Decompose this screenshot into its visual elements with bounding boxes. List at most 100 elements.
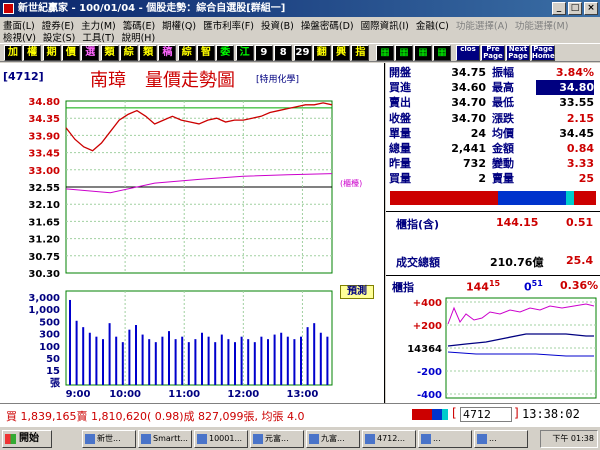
volume-bar [313,323,316,385]
taskbar-item[interactable]: 元富... [250,430,304,448]
toolbar-button[interactable]: 江 [235,45,254,61]
status-time: 13:38:02 [522,407,580,421]
menu-item[interactable]: 說明(H) [122,30,156,44]
quote-value: 25 [578,172,594,186]
taskbar-item[interactable]: 10001... [194,430,248,448]
price-volume-chart: 34.80 34.35 33.90 33.45 33.00 32.55 32.10 31.65… [28,97,333,400]
menu-item[interactable]: 匯市利率(F) [203,18,254,32]
toolbar-button[interactable]: 期 [42,45,61,61]
menu-item[interactable]: 功能選擇(M) [515,18,569,32]
app-icon [365,434,375,444]
toolbar-icon-button[interactable]: ▦ [395,45,413,61]
page-nav-button[interactable]: Page Home [531,45,555,61]
mini-chart-svg: +400 +200 14364 -200 -400 [407,297,597,401]
toolbar-button[interactable]: 指 [351,45,370,61]
chart-panel: 34.80 34.35 33.90 33.45 33.00 32.55 32.10 31.65… [0,63,385,403]
mid-bar [566,191,574,205]
status-code-input[interactable]: 4712 [460,407,512,422]
toolbar-button[interactable]: 綜 [119,45,138,61]
quote-value: 0.84 [566,142,594,155]
close-button[interactable]: × [584,2,598,15]
volume-bar [88,332,91,385]
toolbar-icon-button[interactable]: ▦ [414,45,432,61]
quote-label: 漲跌 [492,111,514,125]
maximize-button[interactable]: □ [568,2,582,15]
menu-item[interactable]: 投資(B) [261,18,294,32]
forecast-button[interactable]: 預測 [340,285,374,299]
taskbar-item-label: ... [433,434,441,443]
volume-bar [148,339,151,385]
taskbar-item[interactable]: ... [418,430,472,448]
quote-value: 2.15 [566,111,594,125]
stock-code: [4712] [3,70,44,83]
toolbar-button[interactable]: 權 [23,45,42,61]
tray-clock: 下午 01:38 [552,434,594,443]
bid-bar [390,191,498,205]
taskbar-item[interactable]: 新世... [82,430,136,448]
title-bar: 新世紀贏家 - 100/01/04 - 個股走勢：綜合自選股[群組一] _ □ … [0,0,600,17]
system-tray: 下午 01:38 [540,430,598,448]
quote-label: 買進 [389,81,411,95]
minimize-button[interactable]: _ [552,2,566,15]
toolbar-button[interactable]: 29 [293,45,312,61]
menu-item[interactable]: 國際資訊(I) [361,18,409,32]
quote-value: 34.60 [451,81,486,95]
code-bracket-close: ] [514,406,519,420]
quote-label: 開盤 [389,66,411,79]
chart-title: 量價走勢圖 [145,70,235,91]
menu-item[interactable]: 操盤密碼(D) [301,18,354,32]
status-bar-red [412,409,432,420]
toolbar-button[interactable]: 綜 [177,45,196,61]
quote-value: 2,441 [451,142,486,155]
page-nav-button[interactable]: Next Page [506,45,530,61]
toolbar-button[interactable]: 選 [81,45,100,61]
taskbar-item[interactable]: Smartt... [138,430,192,448]
volume-bar [214,342,217,385]
menu-item[interactable]: 檢視(V) [3,30,36,44]
menu-item[interactable]: 設定(S) [43,30,75,44]
quote-label: 賣量 [492,172,514,186]
menu-item[interactable]: 工具(T) [82,30,114,44]
taskbar-item[interactable]: ... [474,430,528,448]
page-nav-button[interactable]: clos [456,45,480,61]
toolbar-button[interactable]: 委 [216,45,235,61]
menu-item[interactable]: 金融(C) [416,18,449,32]
volume-bar [306,327,309,385]
volume-bar [260,336,263,385]
quote-label: 單量 [389,126,411,140]
toolbar-button[interactable]: 類 [139,45,158,61]
volume-bar [286,336,289,385]
volume-bar [115,336,118,385]
otc-tag: (櫃檯) [340,179,363,188]
time-tick-label: 13:00 [287,389,319,400]
turnover-label: 成交總額 [396,256,440,269]
menu-item[interactable]: 功能選擇(A) [456,18,508,32]
toolbar-button[interactable]: 類 [100,45,119,61]
toolbar-icon-button[interactable]: ▦ [376,45,394,61]
toolbar-button[interactable]: 8 [274,45,293,61]
volume-bar [194,339,197,385]
toolbar-button[interactable]: 興 [332,45,351,61]
toolbar-button[interactable]: 稿 [158,45,177,61]
toolbar-button[interactable]: 翻 [312,45,331,61]
price-tick-label: 30.75 [28,252,60,263]
toolbar-button[interactable]: 智 [197,45,215,61]
quote-label: 總量 [389,142,411,155]
taskbar: 開始 下午 01:38 新世... Smartt... 10001... 元富... 九… [0,426,600,450]
start-button[interactable]: 開始 [2,430,52,448]
taskbar-item-label: ... [489,434,497,443]
price-tick-label: 33.90 [28,131,60,142]
quote-panel: 開盤 34.75 振幅 3.84% 買進 34.60 最高 34.80 賣出 34.70 最低 33.… [386,63,600,403]
toolbar-button[interactable]: 9 [254,45,273,61]
mini-frame [445,297,597,399]
taskbar-item[interactable]: 4712... [362,430,416,448]
toolbar-button[interactable]: 加 [4,45,22,61]
menu-item[interactable]: 期權(Q) [162,18,196,32]
toolbar-button[interactable]: 價 [61,45,80,61]
volume-tick-label: 3,000 [28,293,60,304]
taskbar-item[interactable]: 九富... [306,430,360,448]
volume-bar [108,323,111,385]
turnover-value: 210.76億 [490,256,544,269]
toolbar-icon-button[interactable]: ▦ [433,45,451,61]
page-nav-button[interactable]: Pre Page [481,45,505,61]
